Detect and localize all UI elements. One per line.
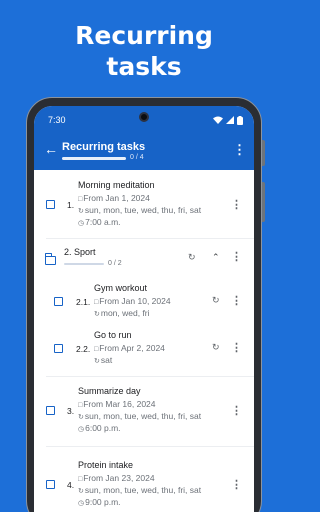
- calendar-icon: □: [78, 196, 83, 203]
- task-number: 2.1.: [76, 297, 91, 307]
- more-vert-icon[interactable]: ⋮: [231, 200, 242, 211]
- task-repeat-days: ↻sun, mon, tue, wed, thu, fri, sat: [78, 205, 201, 215]
- more-vert-icon[interactable]: ⋮: [233, 143, 246, 156]
- list-item[interactable]: 2.2. Go to run □From Apr 2, 2024 ↻sat ↻ …: [34, 326, 254, 370]
- task-number: 3.: [67, 406, 75, 416]
- phone-side-button: [262, 140, 265, 166]
- task-time-text: 7:00 a.m.: [85, 217, 121, 227]
- more-vert-icon[interactable]: ⋮: [231, 343, 242, 354]
- task-repeat-days-text: sun, mon, tue, wed, thu, fri, sat: [84, 411, 202, 421]
- task-start-date-text: From Jan 10, 2024: [99, 296, 171, 306]
- repeat-icon[interactable]: ↻: [188, 252, 196, 263]
- task-repeat-days: ↻sun, mon, tue, wed, thu, fri, sat: [78, 485, 201, 495]
- status-time: 7:30: [48, 115, 66, 125]
- repeat-icon[interactable]: ↻: [212, 342, 220, 353]
- task-repeat-days: ↻sun, mon, tue, wed, thu, fri, sat: [78, 411, 201, 421]
- task-start-date: □From Jan 23, 2024: [78, 473, 155, 483]
- task-time-text: 9:00 p.m.: [85, 497, 121, 507]
- task-start-date-text: From Mar 16, 2024: [83, 399, 156, 409]
- task-repeat-days-text: sat: [100, 355, 113, 365]
- task-title: Protein intake: [78, 460, 134, 470]
- more-vert-icon[interactable]: ⋮: [231, 406, 242, 417]
- task-start-date-text: From Apr 2, 2024: [99, 343, 165, 353]
- group-count: 0 / 2: [108, 260, 122, 267]
- clock-icon: ◷: [78, 426, 85, 433]
- list-item[interactable]: 4. Protein intake □From Jan 23, 2024 ↻su…: [34, 446, 254, 512]
- repeat-icon: ↻: [94, 358, 100, 365]
- task-repeat-days: ↻mon, wed, fri: [94, 308, 150, 318]
- group-title-text: Sport: [74, 247, 96, 257]
- task-repeat-days-text: sun, mon, tue, wed, thu, fri, sat: [84, 485, 202, 495]
- group-progress-bar: [64, 263, 104, 265]
- task-time: ◷7:00 a.m.: [78, 217, 121, 227]
- calendar-icon: □: [94, 299, 99, 306]
- phone-volume-button: [262, 182, 265, 222]
- task-title: Go to run: [94, 330, 132, 340]
- task-repeat-days-text: mon, wed, fri: [100, 308, 150, 318]
- task-time: ◷9:00 p.m.: [78, 497, 121, 507]
- task-start-date-text: From Jan 23, 2024: [83, 473, 155, 483]
- phone-screen: 7:30 ← Recurring tasks 0 / 4 ⋮ 1. Mornin…: [34, 106, 254, 512]
- arrow-back-icon[interactable]: ←: [44, 142, 58, 156]
- list-item-group[interactable]: 2. Sport 0 / 2 ↻ ⌃ ⋮: [34, 238, 254, 278]
- task-start-date-text: From Jan 1, 2024: [83, 193, 150, 203]
- calendar-icon: □: [78, 402, 83, 409]
- task-checkbox[interactable]: [54, 297, 63, 306]
- group-title: 2. Sport: [64, 247, 96, 257]
- list-item[interactable]: 2.1. Gym workout □From Jan 10, 2024 ↻mon…: [34, 278, 254, 326]
- more-vert-icon[interactable]: ⋮: [231, 252, 242, 263]
- task-title: Morning meditation: [78, 180, 155, 190]
- battery-icon: [237, 115, 243, 125]
- task-checkbox[interactable]: [46, 200, 55, 209]
- task-repeat-days-text: sun, mon, tue, wed, thu, fri, sat: [84, 205, 202, 215]
- task-time: ◷6:00 p.m.: [78, 423, 121, 433]
- task-count: 0 / 4: [130, 154, 144, 161]
- task-checkbox[interactable]: [46, 406, 55, 415]
- headline-line-1: Recurring: [75, 21, 213, 50]
- signal-icon: [226, 116, 234, 124]
- task-checkbox[interactable]: [46, 480, 55, 489]
- task-checkbox[interactable]: [54, 344, 63, 353]
- task-number: 2.2.: [76, 344, 91, 354]
- more-vert-icon[interactable]: ⋮: [231, 296, 242, 307]
- task-start-date: □From Apr 2, 2024: [94, 343, 165, 353]
- task-list: 1. Morning meditation □From Jan 1, 2024 …: [34, 170, 254, 512]
- task-progress-bar: [62, 157, 126, 160]
- task-title: Summarize day: [78, 386, 141, 396]
- task-repeat-days: ↻sat: [94, 355, 112, 365]
- headline-line-2: tasks: [106, 52, 182, 81]
- task-start-date: □From Jan 1, 2024: [78, 193, 150, 203]
- task-number: 1.: [67, 200, 75, 210]
- app-bar: ← Recurring tasks 0 / 4 ⋮: [34, 134, 254, 170]
- repeat-icon: ↻: [94, 311, 100, 318]
- camera-icon: [139, 112, 149, 122]
- more-vert-icon[interactable]: ⋮: [231, 480, 242, 491]
- task-title: Gym workout: [94, 283, 148, 293]
- clock-icon: ◷: [78, 500, 85, 507]
- chevron-up-icon[interactable]: ⌃: [212, 252, 220, 263]
- task-start-date: □From Jan 10, 2024: [94, 296, 171, 306]
- repeat-icon: ↻: [78, 414, 84, 421]
- task-start-date: □From Mar 16, 2024: [78, 399, 156, 409]
- group-number: 2.: [64, 247, 72, 257]
- repeat-icon[interactable]: ↻: [212, 295, 220, 306]
- folder-icon: [44, 253, 56, 265]
- status-bar: 7:30: [34, 106, 254, 134]
- task-number: 4.: [67, 480, 75, 490]
- promo-headline: Recurring tasks: [0, 20, 288, 82]
- clock-icon: ◷: [78, 220, 85, 227]
- status-icons: [213, 115, 243, 125]
- page-title: Recurring tasks: [62, 141, 146, 153]
- repeat-icon: ↻: [78, 488, 84, 495]
- list-item[interactable]: 1. Morning meditation □From Jan 1, 2024 …: [34, 170, 254, 238]
- list-item[interactable]: 3. Summarize day □From Mar 16, 2024 ↻sun…: [34, 376, 254, 444]
- task-time-text: 6:00 p.m.: [85, 423, 121, 433]
- calendar-icon: □: [94, 346, 99, 353]
- calendar-icon: □: [78, 476, 83, 483]
- wifi-icon: [213, 116, 223, 124]
- repeat-icon: ↻: [78, 208, 84, 215]
